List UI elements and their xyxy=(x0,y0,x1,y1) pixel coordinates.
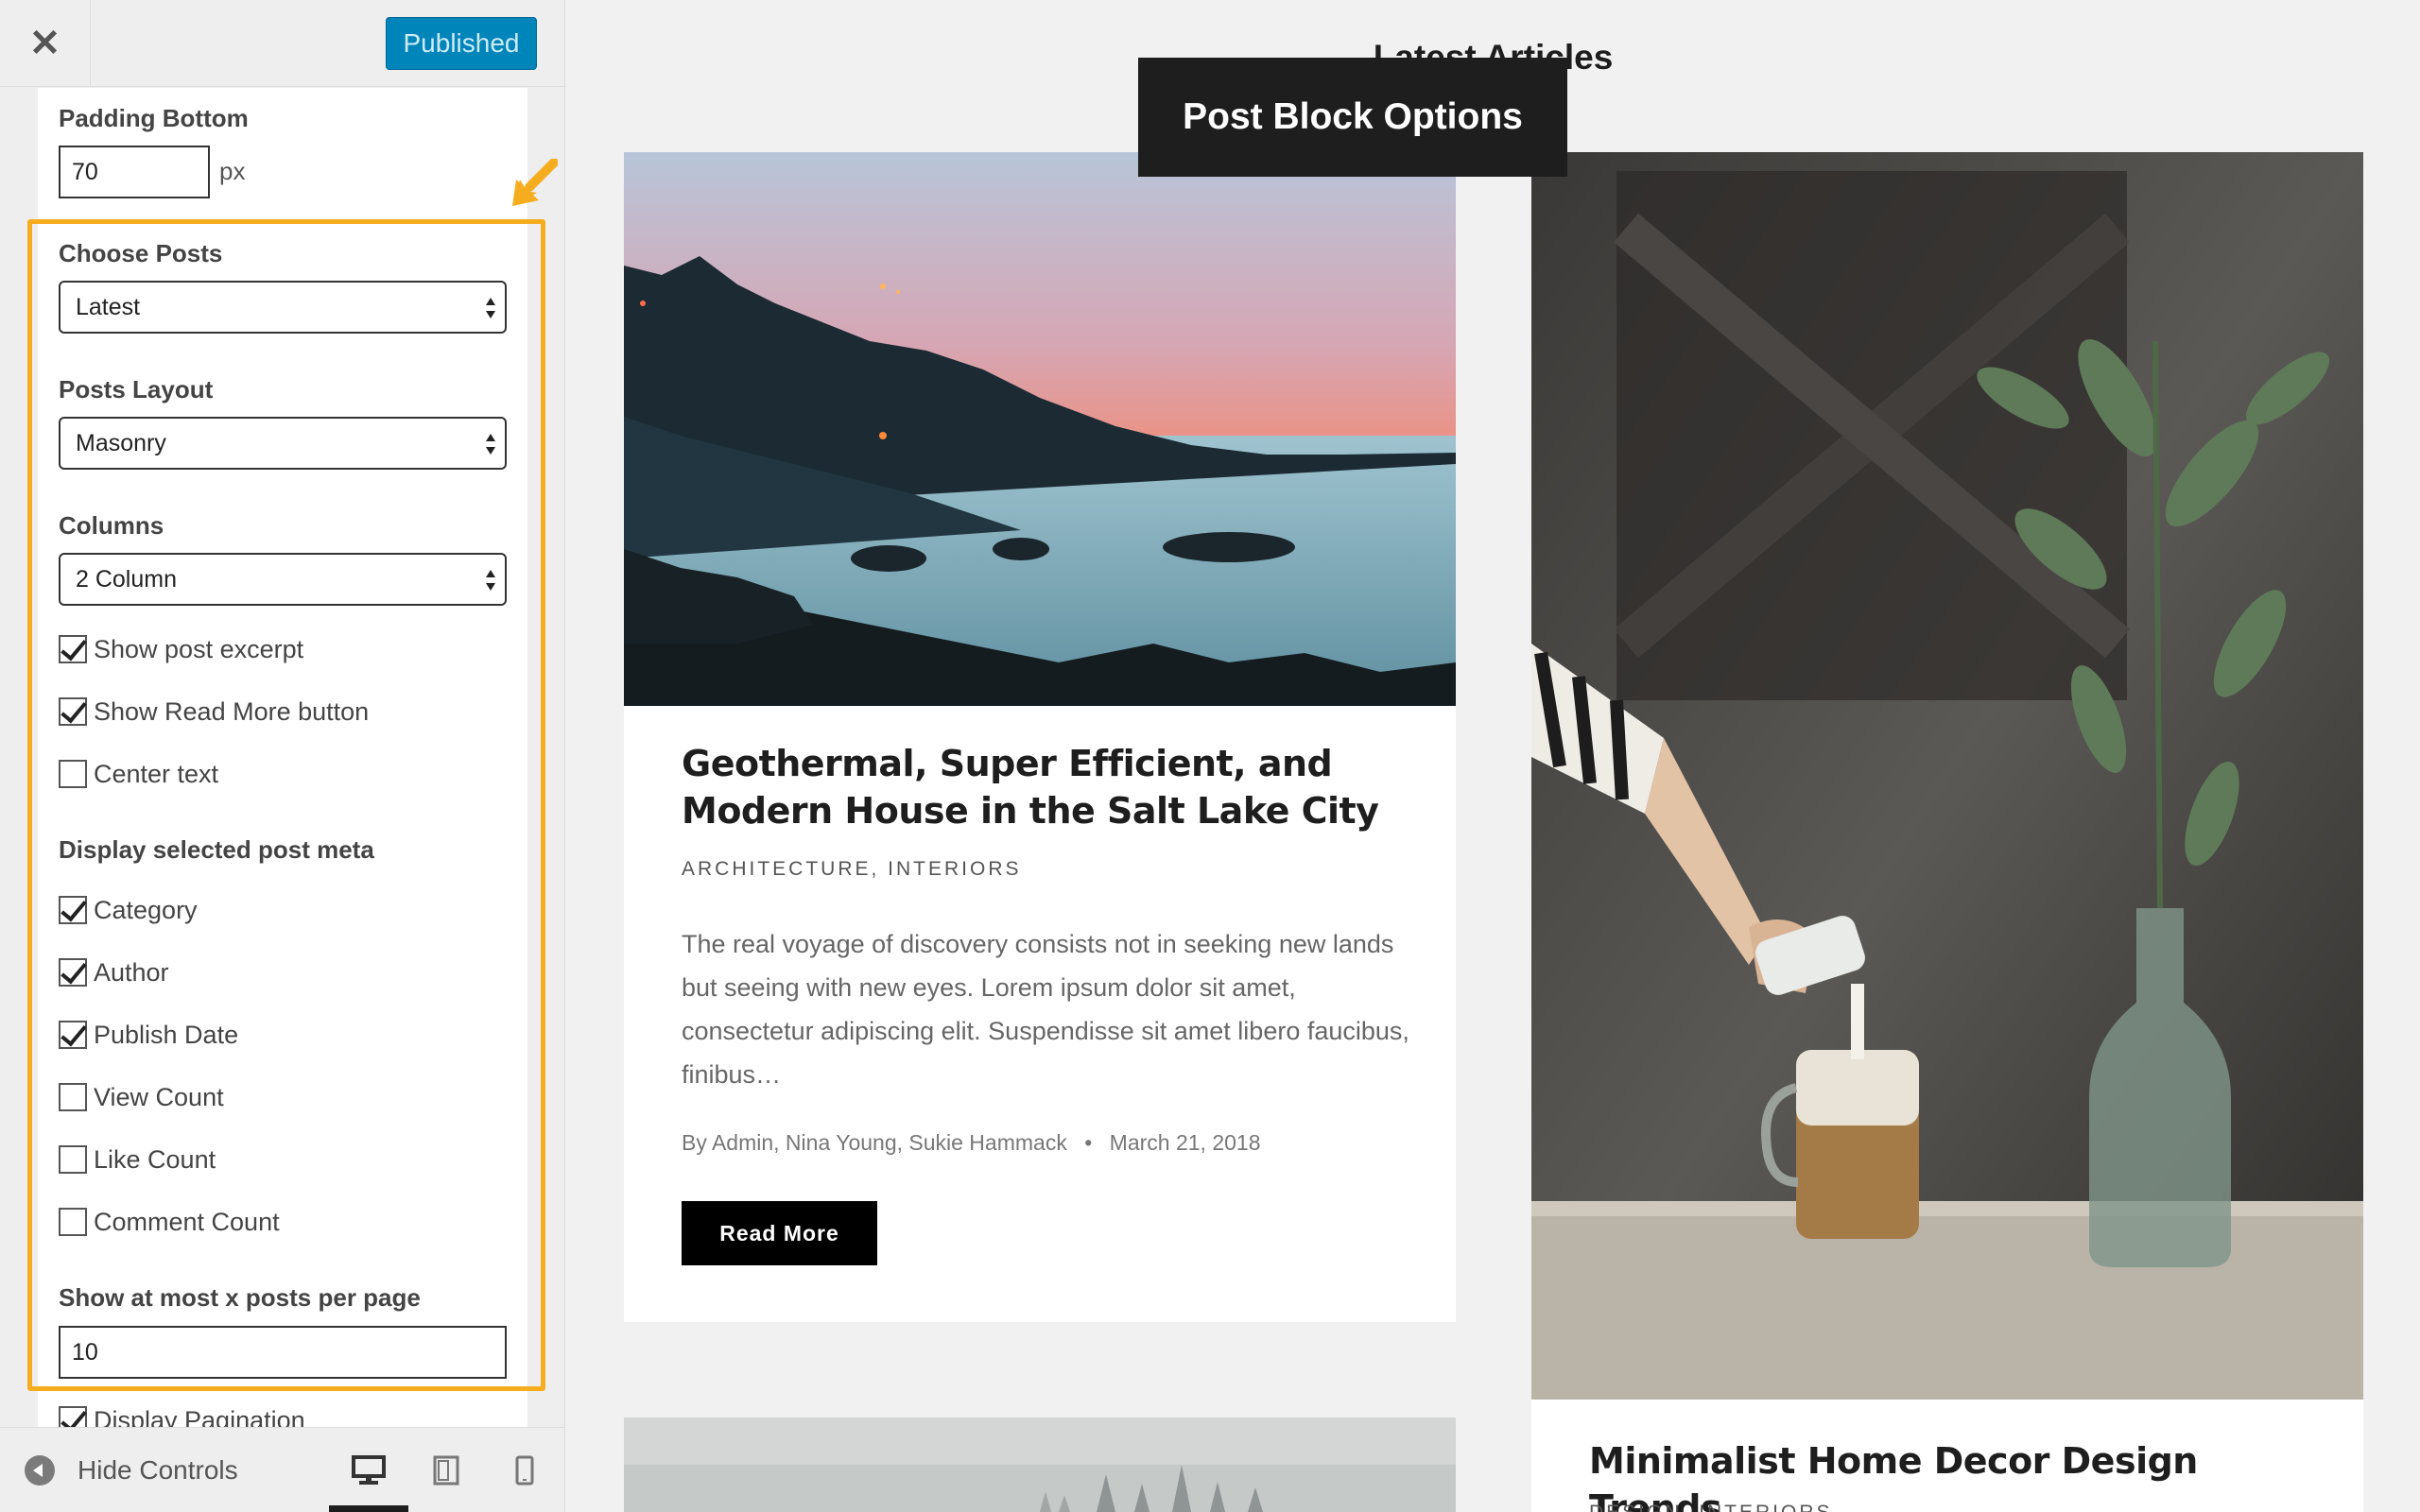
coastal-landscape-image xyxy=(624,152,1456,706)
post-card xyxy=(624,1418,1456,1512)
collapse-icon xyxy=(25,1455,55,1486)
post-date: March 21, 2018 xyxy=(1109,1130,1261,1155)
callout-arrow-icon xyxy=(512,159,558,206)
mobile-icon xyxy=(515,1455,534,1486)
post-categories[interactable]: ARCHITECTURE, INTERIORS xyxy=(682,858,1022,881)
hide-controls-button[interactable]: Hide Controls xyxy=(25,1449,238,1492)
active-device-indicator xyxy=(329,1505,408,1512)
milk-and-plant-image xyxy=(1531,152,2363,1400)
post-title[interactable]: Geothermal, Super Efficient, and Modern … xyxy=(682,740,1419,834)
desktop-preview-button[interactable] xyxy=(343,1445,394,1496)
site-preview: Latest Articles xyxy=(566,0,2420,1512)
post-authors[interactable]: By Admin, Nina Young, Sukie Hammack xyxy=(682,1130,1067,1155)
customizer-footer: Hide Controls xyxy=(0,1427,564,1512)
post-card: Minimalist Home Decor Design Trends DESI… xyxy=(1531,152,2363,1512)
close-icon: ✕ xyxy=(28,23,61,64)
meta-separator-icon: • xyxy=(1084,1130,1093,1155)
padding-bottom-label: Padding Bottom xyxy=(59,104,249,132)
hide-controls-label: Hide Controls xyxy=(78,1455,238,1485)
highlight-box xyxy=(27,219,545,1391)
padding-bottom-input[interactable]: 70 xyxy=(59,146,210,198)
post-excerpt: The real voyage of discovery consists no… xyxy=(682,930,1409,1089)
close-button[interactable]: ✕ xyxy=(0,0,91,87)
post-thumbnail[interactable] xyxy=(1531,152,2363,1400)
tablet-icon xyxy=(433,1455,459,1486)
desktop-icon xyxy=(352,1455,386,1485)
post-categories[interactable]: DESIGN, INTERIORS xyxy=(1589,1502,1833,1512)
publish-button[interactable]: Published xyxy=(386,17,537,70)
post-thumbnail[interactable] xyxy=(624,152,1456,706)
read-more-button[interactable]: Read More xyxy=(682,1201,877,1265)
post-meta: By Admin, Nina Young, Sukie Hammack • Ma… xyxy=(682,1130,1261,1156)
mobile-preview-button[interactable] xyxy=(499,1445,550,1496)
customizer-header: ✕ Published xyxy=(0,0,564,87)
tablet-preview-button[interactable] xyxy=(421,1445,472,1496)
post-block-options-label: Post Block Options xyxy=(1138,58,1567,177)
foggy-forest-image[interactable] xyxy=(624,1418,1456,1512)
customizer-sidebar: Padding Bottom 70 px Choose Posts Latest… xyxy=(0,0,565,1512)
padding-unit-label: px xyxy=(219,157,246,185)
post-card: Geothermal, Super Efficient, and Modern … xyxy=(624,152,1456,1322)
